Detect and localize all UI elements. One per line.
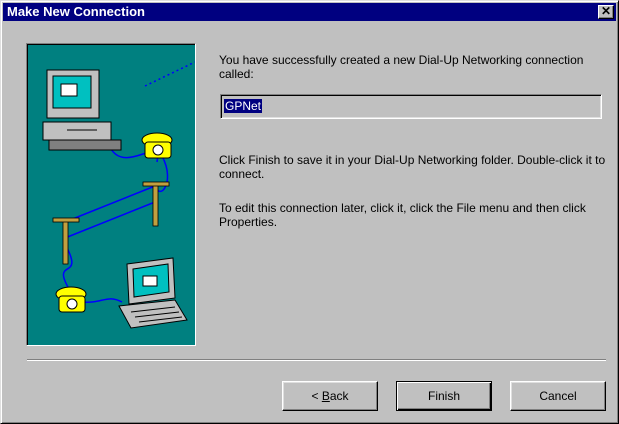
network-line (144, 61, 195, 87)
back-accelerator: B (321, 389, 330, 403)
finish-button-label: Finish (427, 389, 460, 403)
connection-name-field[interactable]: GPNet (220, 94, 602, 119)
cancel-button[interactable]: Cancel (510, 381, 606, 411)
edit-hint-text: To edit this connection later, click it,… (219, 201, 586, 229)
laptop-icon (118, 257, 188, 329)
back-button[interactable]: < Back (282, 381, 378, 411)
close-button[interactable]: ✕ (598, 5, 614, 19)
network-diagram (42, 61, 195, 329)
finish-button[interactable]: Finish (396, 381, 492, 411)
telephone-icon (55, 286, 87, 313)
finish-hint-text: Click Finish to save it in your Dial-Up … (219, 153, 606, 181)
window-title: Make New Connection (7, 4, 145, 19)
telephone-pole-icon (52, 181, 170, 265)
make-new-connection-dialog: Make New Connection ✕ You have successfu… (0, 0, 619, 424)
title-bar[interactable]: Make New Connection ✕ (3, 3, 616, 21)
dial-up-illustration (26, 43, 196, 346)
cable (64, 185, 156, 223)
close-icon: ✕ (600, 4, 612, 18)
connection-name-value: GPNet (224, 99, 263, 113)
telephone-icon (141, 132, 173, 159)
intro-text: You have successfully created a new Dial… (219, 53, 584, 81)
separator (27, 359, 606, 361)
back-prefix: < (311, 389, 322, 403)
cable (81, 298, 123, 303)
back-label-rest: ack (329, 389, 349, 403)
desktop-computer-icon (42, 69, 122, 151)
cancel-button-label: Cancel (539, 389, 577, 403)
